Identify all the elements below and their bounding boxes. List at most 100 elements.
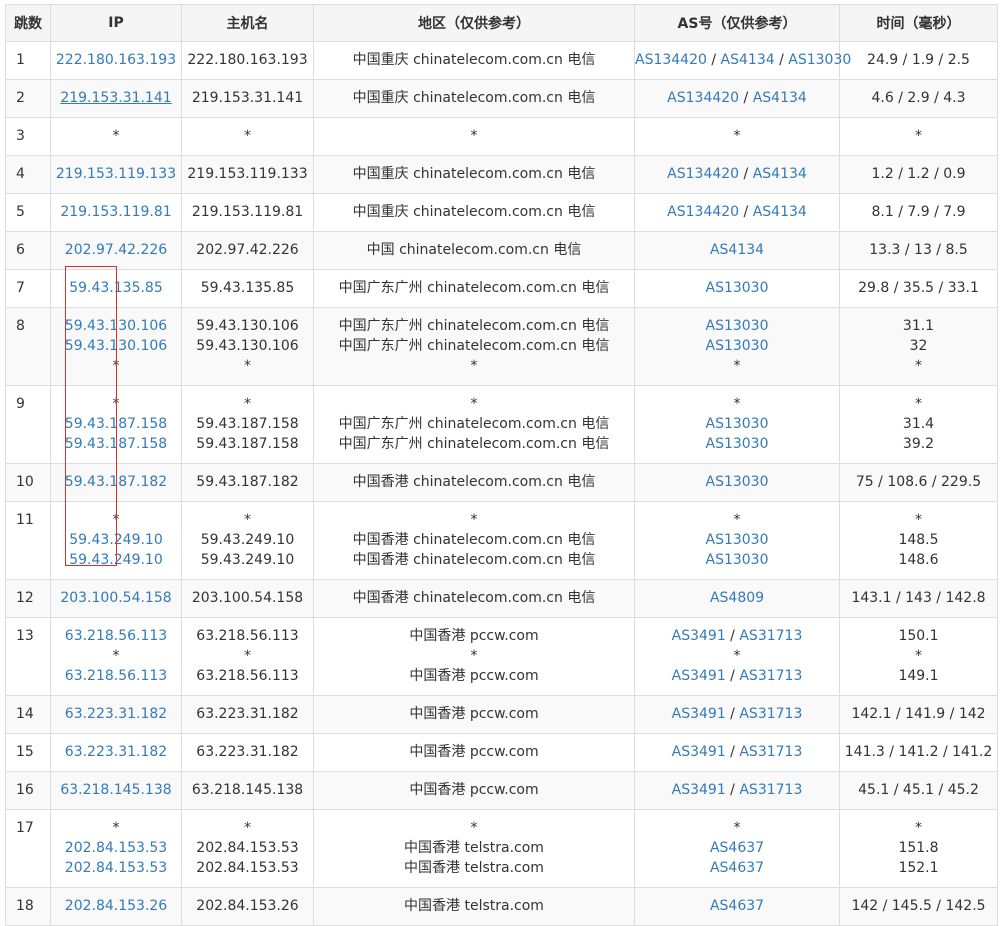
as-link[interactable]: AS4134 [721, 52, 775, 68]
as-line: AS13030 [635, 316, 839, 336]
time-text: 75 / 108.6 / 229.5 [855, 474, 982, 490]
as-link[interactable]: AS134420 [635, 52, 707, 68]
hop-number: 6 [16, 242, 25, 258]
region-text: 中国香港 pccw.com [409, 628, 539, 644]
ip-link[interactable]: 202.84.153.26 [51, 896, 181, 916]
as-link[interactable]: AS13030 [706, 318, 769, 334]
hop-cell: 15 [5, 733, 51, 772]
hostname-text: 63.218.56.113 [196, 668, 299, 684]
time-text: 150.1 [898, 628, 939, 644]
as-line: * [635, 510, 839, 530]
as-link[interactable]: AS31713 [739, 668, 802, 684]
as-line: AS13030 [635, 336, 839, 356]
as-link[interactable]: AS4134 [710, 242, 764, 258]
as-link[interactable]: AS134420 [667, 204, 739, 220]
time-text: 142 / 145.5 / 142.5 [851, 898, 986, 914]
col-header-hop[interactable]: 跳数 [5, 4, 51, 42]
as-link[interactable]: AS3491 [672, 706, 726, 722]
ip-link[interactable]: 219.153.119.81 [51, 202, 181, 222]
as-link[interactable]: AS3491 [672, 744, 726, 760]
as-placeholder: * [733, 396, 741, 412]
time-cell: * 31.4 39.2 [839, 385, 998, 464]
ip-link[interactable]: 63.218.145.138 [51, 780, 181, 800]
as-link[interactable]: AS4134 [753, 204, 807, 220]
hostname-text: * [244, 396, 251, 412]
ip-link[interactable]: 59.43.187.158 [51, 414, 181, 434]
ip-link[interactable]: 219.153.31.141 [51, 88, 181, 108]
hostname-cell: 219.153.119.81 [181, 193, 314, 232]
as-link[interactable]: AS13030 [706, 436, 769, 452]
time-cell: 8.1 / 7.9 / 7.9 [839, 193, 998, 232]
hostname-text: 63.223.31.182 [196, 744, 299, 760]
ip-link[interactable]: 63.218.56.113 [51, 626, 181, 646]
ip-link[interactable]: 59.43.249.10 [51, 530, 181, 550]
as-link[interactable]: AS4134 [753, 90, 807, 106]
ip-link[interactable]: 203.100.54.158 [51, 588, 181, 608]
ip-link[interactable]: 63.223.31.182 [51, 742, 181, 762]
ip-link[interactable]: 59.43.187.158 [51, 434, 181, 454]
ip-link[interactable]: 219.153.119.133 [51, 164, 181, 184]
col-header-hostname[interactable]: 主机名 [181, 4, 314, 42]
as-link[interactable]: AS31713 [739, 628, 802, 644]
table-row: 8 59.43.130.106 59.43.130.106 * 59.43.130.10… [5, 307, 998, 386]
ip-link[interactable]: 59.43.187.182 [51, 472, 181, 492]
as-link[interactable]: AS4637 [710, 840, 764, 856]
as-link[interactable]: AS4637 [710, 860, 764, 876]
hostname-text: 222.180.163.193 [187, 52, 308, 68]
as-link[interactable]: AS3491 [672, 628, 726, 644]
region-text: 中国广东广州 chinatelecom.com.cn 电信 [338, 280, 610, 296]
as-link[interactable]: AS13030 [706, 532, 769, 548]
as-link[interactable]: AS13030 [706, 552, 769, 568]
as-link[interactable]: AS31713 [739, 744, 802, 760]
hostname-cell: 202.84.153.26 [181, 887, 314, 926]
ip-link[interactable]: 59.43.130.106 [51, 316, 181, 336]
ip-link[interactable]: 59.43.130.106 [51, 336, 181, 356]
time-text: 32 [909, 338, 928, 354]
ip-link[interactable]: 63.223.31.182 [51, 704, 181, 724]
ip-link[interactable]: 222.180.163.193 [51, 50, 181, 70]
as-cell: AS3491 / AS31713 [634, 733, 840, 772]
ip-link[interactable]: 59.43.249.10 [51, 550, 181, 570]
ip-link[interactable]: 202.97.42.226 [51, 240, 181, 260]
as-link[interactable]: AS4637 [710, 898, 764, 914]
hop-number: 4 [16, 166, 25, 182]
as-link[interactable]: AS13030 [706, 280, 769, 296]
as-link[interactable]: AS31713 [739, 706, 802, 722]
col-header-time[interactable]: 时间（毫秒） [839, 4, 998, 42]
col-header-as[interactable]: AS号（仅供参考） [634, 4, 840, 42]
as-link[interactable]: AS4134 [753, 166, 807, 182]
as-link[interactable]: AS13030 [706, 338, 769, 354]
region-text: 中国广东广州 chinatelecom.com.cn 电信 [338, 436, 610, 452]
col-header-ip[interactable]: IP [50, 4, 182, 42]
as-link[interactable]: AS31713 [739, 782, 802, 798]
as-line: AS4637 [635, 838, 839, 858]
as-link[interactable]: AS13030 [706, 474, 769, 490]
as-cell: AS13030 [634, 269, 840, 308]
as-line: AS134420 / AS4134 [635, 164, 839, 184]
as-cell: AS134420 / AS4134 [634, 193, 840, 232]
ip-link[interactable]: 202.84.153.53 [51, 838, 181, 858]
region-text: 中国 chinatelecom.com.cn 电信 [366, 242, 582, 258]
ip-cell: 63.218.56.113 * 63.218.56.113 [50, 617, 182, 696]
time-text: * [915, 648, 922, 664]
as-link[interactable]: AS4809 [710, 590, 764, 606]
as-line: AS13030 [635, 530, 839, 550]
ip-link[interactable]: 59.43.135.85 [51, 278, 181, 298]
as-link[interactable]: AS134420 [667, 90, 739, 106]
hostname-text: 59.43.135.85 [200, 280, 295, 296]
ip-link[interactable]: 63.218.56.113 [51, 666, 181, 686]
as-cell: AS4809 [634, 579, 840, 618]
hostname-cell: 59.43.135.85 [181, 269, 314, 308]
hop-cell: 4 [5, 155, 51, 194]
as-link[interactable]: AS3491 [672, 668, 726, 684]
ip-link[interactable]: 202.84.153.53 [51, 858, 181, 878]
as-link[interactable]: AS13030 [788, 52, 851, 68]
as-link[interactable]: AS134420 [667, 166, 739, 182]
as-link[interactable]: AS3491 [672, 782, 726, 798]
region-cell: * 中国广东广州 chinatelecom.com.cn 电信 中国广东广州 chi… [313, 385, 635, 464]
table-row: 6 202.97.42.226 202.97.42.226 中国 chinatelec… [5, 231, 998, 270]
as-line: AS13030 [635, 414, 839, 434]
col-header-region[interactable]: 地区（仅供参考） [313, 4, 635, 42]
as-link[interactable]: AS13030 [706, 416, 769, 432]
as-separator: / [725, 744, 740, 760]
